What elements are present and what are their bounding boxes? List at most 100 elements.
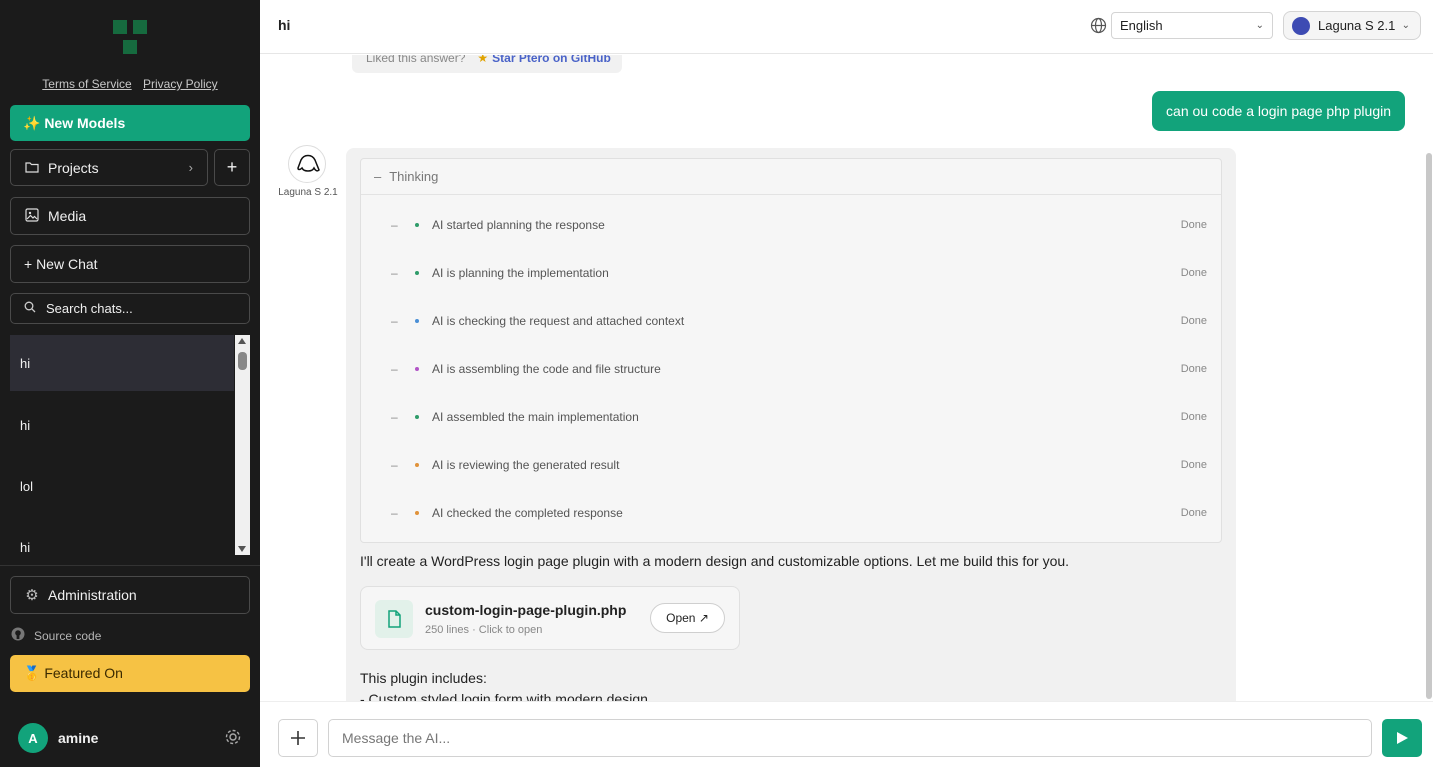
cog-icon: ⚙ [25, 587, 39, 604]
chat-header: hi English ⌄ Laguna S 2.1 ⌄ [260, 0, 1433, 54]
administration-button[interactable]: ⚙ Administration [10, 576, 250, 614]
chat-item[interactable]: hi [10, 397, 234, 453]
chat-title: hi [278, 17, 291, 33]
search-chats[interactable]: Search chats... [10, 293, 250, 324]
step-dash: – [391, 218, 398, 232]
chat-item[interactable]: lol [10, 458, 234, 514]
sidebar: Terms of Service Privacy Policy ✨ New Mo… [0, 0, 260, 767]
message-input[interactable] [328, 719, 1372, 757]
feedback-text: Liked this answer? [366, 55, 466, 65]
new-chat-button[interactable]: + New Chat [10, 245, 250, 283]
language-select[interactable]: English ⌄ [1111, 12, 1273, 39]
ai-response-text: I'll create a WordPress login page plugi… [360, 553, 1070, 569]
step-dash: – [391, 458, 398, 472]
step-status: Done [1180, 363, 1207, 375]
step-text: AI is checking the request and attached … [432, 314, 685, 328]
scroll-down-icon[interactable] [238, 546, 246, 552]
step-dot [415, 415, 419, 419]
chat-list-scrollbar[interactable] [235, 335, 250, 555]
globe-icon [1090, 17, 1107, 34]
thinking-step: – AI is planning the implementation Done [361, 258, 1221, 288]
new-models-button[interactable]: ✨ New Models [10, 105, 250, 141]
send-icon [1397, 732, 1408, 744]
thinking-label: Thinking [389, 169, 439, 184]
step-dot [415, 463, 419, 467]
media-button[interactable]: Media [10, 197, 250, 235]
github-icon [10, 627, 26, 644]
step-dot [415, 271, 419, 275]
source-code-link[interactable]: Source code [10, 627, 101, 644]
ai-name: Laguna S 2.1 [278, 187, 338, 198]
file-meta: 250 lines · Click to open [425, 624, 543, 636]
thinking-panel: – Thinking – AI started planning the res… [360, 158, 1222, 543]
step-status: Done [1180, 219, 1207, 231]
attach-button[interactable] [278, 719, 318, 757]
settings-gear-icon[interactable] [224, 728, 242, 746]
thinking-step: – AI started planning the response Done [361, 210, 1221, 240]
chevron-right-icon: › [188, 160, 193, 175]
open-file-button[interactable]: Open ↗ [650, 603, 725, 633]
step-text: AI checked the completed response [432, 506, 623, 520]
step-status: Done [1180, 459, 1207, 471]
search-icon [22, 301, 38, 316]
thinking-step: – AI is assembling the code and file str… [361, 354, 1221, 384]
scroll-thumb[interactable] [238, 352, 247, 370]
step-status: Done [1180, 267, 1207, 279]
step-status: Done [1180, 315, 1207, 327]
step-text: AI started planning the response [432, 218, 605, 232]
language-value: English [1120, 18, 1163, 33]
step-status: Done [1180, 411, 1207, 423]
projects-button[interactable]: Projects › [10, 149, 208, 186]
step-dot [415, 223, 419, 227]
plugin-includes-heading: This plugin includes: [360, 670, 487, 686]
step-dash: – [391, 266, 398, 280]
thinking-toggle[interactable]: – Thinking [361, 159, 1221, 195]
privacy-link[interactable]: Privacy Policy [143, 77, 218, 91]
step-text: AI is assembling the code and file struc… [432, 362, 661, 376]
folder-icon [24, 160, 40, 176]
thinking-step: – AI is checking the request and attache… [361, 306, 1221, 336]
github-star-link[interactable]: Star Ptero on GitHub [492, 55, 611, 65]
terms-link[interactable]: Terms of Service [42, 77, 131, 91]
image-icon [24, 207, 40, 225]
source-code-label: Source code [34, 628, 102, 643]
step-text: AI is reviewing the generated result [432, 458, 620, 472]
message-composer [260, 701, 1433, 767]
user-profile[interactable]: A amine [18, 723, 98, 753]
scroll-thumb[interactable] [1426, 153, 1432, 699]
step-status: Done [1180, 507, 1207, 519]
search-placeholder: Search chats... [46, 301, 133, 316]
conversation-scrollbar[interactable] [1424, 55, 1433, 701]
avatar: A [18, 723, 48, 753]
file-name: custom-login-page-plugin.php [425, 602, 627, 618]
add-project-button[interactable]: + [214, 149, 250, 186]
file-icon [375, 600, 413, 638]
star-icon: ★ [477, 55, 489, 65]
user-message: can ou code a login page php plugin [1152, 91, 1405, 131]
plugin-bullet: - Custom styled login form with modern d… [360, 691, 648, 701]
conversation-area: Liked this answer? ★ Star Ptero on GitHu… [260, 55, 1433, 701]
step-dash: – [391, 362, 398, 376]
file-attachment-card[interactable]: custom-login-page-plugin.php 250 lines ·… [360, 586, 740, 650]
thinking-step: – AI is reviewing the generated result D… [361, 450, 1221, 480]
chat-item[interactable]: hi [10, 335, 234, 391]
featured-on-button[interactable]: 🥇 Featured On [10, 655, 250, 692]
collapse-icon: – [374, 169, 382, 184]
chat-list: hi hi lol hi [10, 335, 250, 555]
ai-avatar [288, 145, 326, 183]
scroll-up-icon[interactable] [238, 338, 246, 344]
app-logo [113, 20, 147, 54]
send-button[interactable] [1382, 719, 1422, 757]
step-dot [415, 367, 419, 371]
chevron-down-icon: ⌄ [1401, 20, 1410, 31]
username: amine [58, 730, 99, 746]
step-text: AI assembled the main implementation [432, 410, 639, 424]
step-dot [415, 319, 419, 323]
step-dash: – [391, 506, 398, 520]
model-name: Laguna S 2.1 [1318, 18, 1396, 33]
projects-label: Projects [48, 159, 99, 176]
thinking-step: – AI assembled the main implementation D… [361, 402, 1221, 432]
chevron-down-icon: ⌄ [1255, 20, 1264, 31]
model-selector[interactable]: Laguna S 2.1 ⌄ [1283, 11, 1421, 40]
chat-item[interactable]: hi [10, 519, 234, 555]
